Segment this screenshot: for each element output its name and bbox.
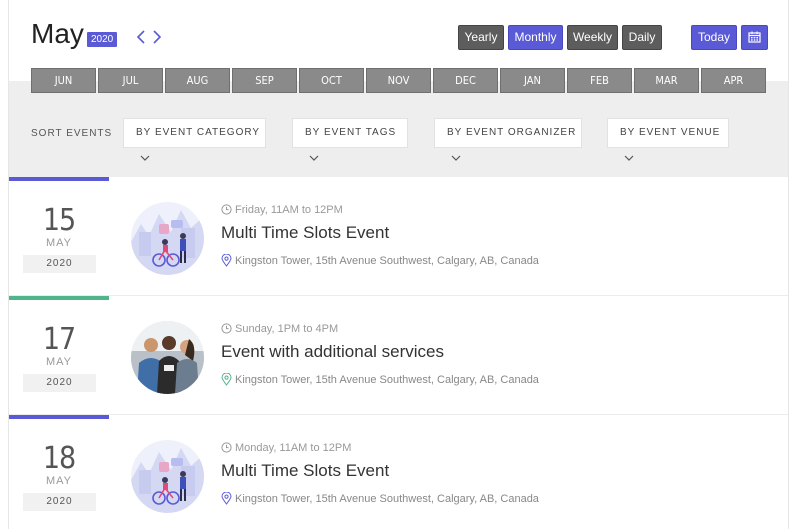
event-location-text: Kingston Tower, 15th Avenue Southwest, C… (235, 374, 539, 386)
month-tab[interactable]: APR (701, 68, 766, 93)
chevron-down-icon (451, 146, 461, 174)
today-button[interactable]: Today (691, 25, 737, 50)
monthly-view-button[interactable]: Monthly (508, 25, 563, 50)
event-year: 2020 (23, 255, 96, 273)
event-time: Sunday, 1PM to 4PM (221, 323, 338, 337)
chevron-down-icon (309, 146, 319, 174)
event-title[interactable]: Multi Time Slots Event (221, 461, 389, 481)
map-pin-icon (221, 372, 232, 389)
dropdown-label: BY EVENT VENUE (620, 127, 721, 138)
event-time-text: Monday, 11AM to 12PM (235, 442, 352, 454)
event-month: MAY (45, 475, 73, 487)
month-tab[interactable]: DEC (433, 68, 498, 93)
event-year: 2020 (23, 374, 96, 392)
events-calendar: May 2020 Yearly Monthly Weekly Daily Tod… (8, 0, 789, 529)
chevron-down-icon (624, 146, 634, 174)
month-tab[interactable]: JUL (98, 68, 163, 93)
event-category-dropdown[interactable]: BY EVENT CATEGORY (123, 118, 266, 161)
month-tab[interactable]: FEB (567, 68, 632, 93)
event-location: Kingston Tower, 15th Avenue Southwest, C… (221, 491, 539, 508)
month-tab[interactable]: JUN (31, 68, 96, 93)
weekly-view-button[interactable]: Weekly (567, 25, 618, 50)
dropdown-label: BY EVENT CATEGORY (136, 127, 261, 138)
month-tab[interactable]: MAR (634, 68, 699, 93)
event-list-item: 15 MAY 2020 Friday, 11AM to 12PM Multi T… (9, 177, 788, 296)
month-tab[interactable]: AUG (165, 68, 230, 93)
event-day: 18 (42, 441, 76, 476)
chevron-down-icon (140, 146, 150, 174)
event-organizer-dropdown[interactable]: BY EVENT ORGANIZER (434, 118, 582, 161)
month-tab[interactable]: JAN (500, 68, 565, 93)
event-month: MAY (45, 237, 73, 249)
event-list-item: 17 MAY 2020 Sunday, 1PM to 4PM Event wit… (9, 296, 788, 415)
calendar-icon (748, 31, 761, 43)
event-thumbnail[interactable] (131, 321, 204, 394)
chevron-right-icon[interactable] (149, 28, 165, 48)
event-accent-bar (9, 415, 109, 419)
event-location-text: Kingston Tower, 15th Avenue Southwest, C… (235, 255, 539, 267)
event-title[interactable]: Event with additional services (221, 342, 444, 362)
clock-icon (221, 323, 232, 337)
event-time: Friday, 11AM to 12PM (221, 204, 343, 218)
event-thumbnail[interactable] (131, 440, 204, 513)
current-month-title: May (31, 18, 84, 49)
clock-icon (221, 442, 232, 456)
event-day: 15 (42, 203, 76, 238)
year-badge: 2020 (87, 32, 118, 47)
event-time: Monday, 11AM to 12PM (221, 442, 351, 456)
event-location: Kingston Tower, 15th Avenue Southwest, C… (221, 372, 539, 389)
event-thumbnail[interactable] (131, 202, 204, 275)
dropdown-label: BY EVENT ORGANIZER (447, 127, 577, 138)
clock-icon (221, 204, 232, 218)
event-venue-dropdown[interactable]: BY EVENT VENUE (607, 118, 729, 161)
event-time-text: Sunday, 1PM to 4PM (235, 323, 339, 335)
filter-bar: SORT EVENTS BY EVENT CATEGORY BY EVENT T… (9, 81, 788, 177)
calendar-picker-button[interactable] (741, 25, 768, 50)
month-tab[interactable]: SEP (232, 68, 297, 93)
month-switcher: JUN JUL AUG SEP OCT NOV DEC JAN FEB MAR … (31, 68, 766, 93)
event-accent-bar (9, 296, 109, 300)
event-location: Kingston Tower, 15th Avenue Southwest, C… (221, 253, 539, 270)
chevron-left-icon[interactable] (133, 28, 149, 48)
month-tab[interactable]: OCT (299, 68, 364, 93)
event-day: 17 (42, 322, 76, 357)
month-tab[interactable]: NOV (366, 68, 431, 93)
dropdown-label: BY EVENT TAGS (305, 127, 397, 138)
event-title[interactable]: Multi Time Slots Event (221, 223, 389, 243)
map-pin-icon (221, 491, 232, 508)
map-pin-icon (221, 253, 232, 270)
event-list-item: 18 MAY 2020 Monday, 11AM to 12PM Multi T… (9, 415, 788, 529)
yearly-view-button[interactable]: Yearly (458, 25, 504, 50)
event-tags-dropdown[interactable]: BY EVENT TAGS (292, 118, 408, 161)
daily-view-button[interactable]: Daily (622, 25, 662, 50)
event-location-text: Kingston Tower, 15th Avenue Southwest, C… (235, 493, 539, 505)
sort-events-label: SORT EVENTS (31, 128, 113, 139)
event-accent-bar (9, 177, 109, 181)
event-month: MAY (45, 356, 73, 368)
event-time-text: Friday, 11AM to 12PM (235, 204, 343, 216)
event-year: 2020 (23, 493, 96, 511)
